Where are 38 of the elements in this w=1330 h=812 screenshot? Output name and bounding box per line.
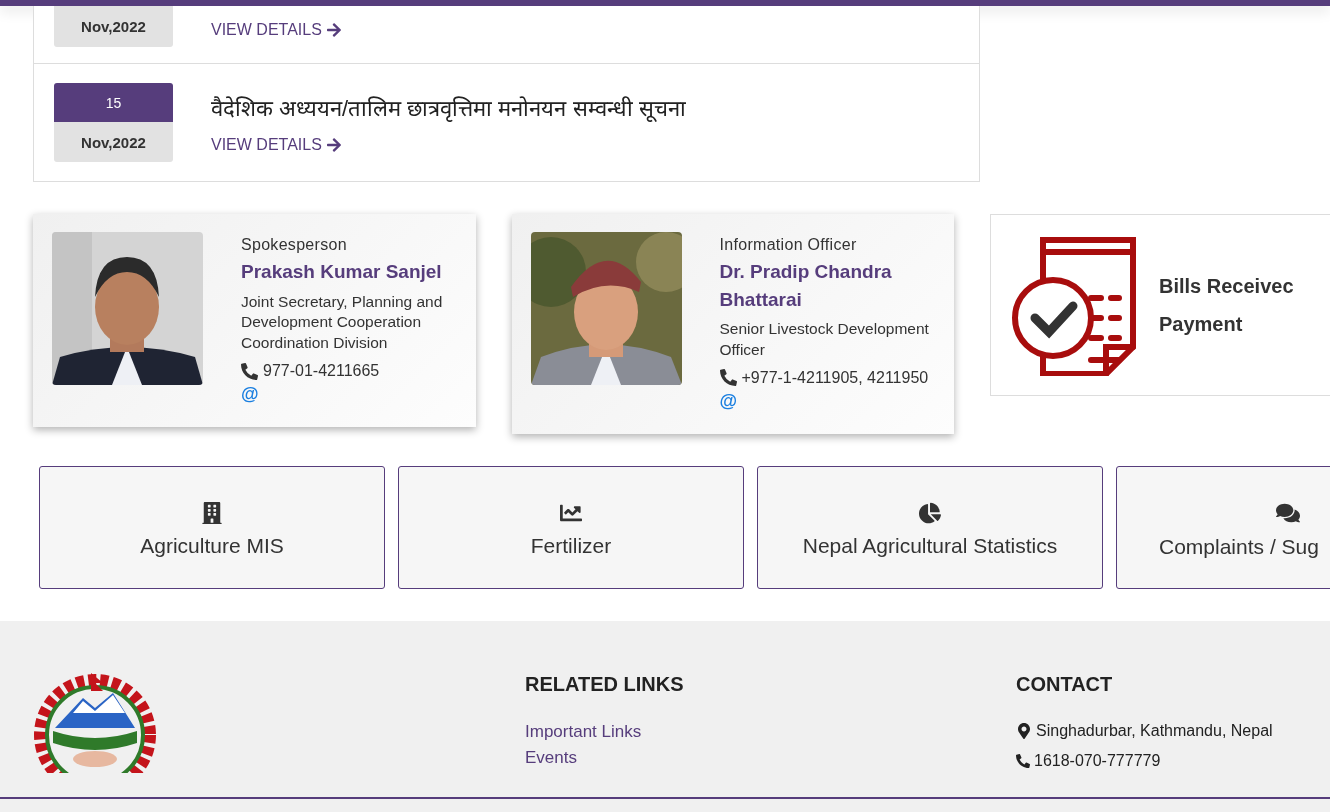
checked-document-icon bbox=[1011, 234, 1137, 376]
phone-icon bbox=[719, 369, 737, 387]
building-icon bbox=[201, 502, 223, 525]
footer-heading: RELATED LINKS bbox=[525, 672, 685, 696]
pie-chart-icon bbox=[919, 502, 941, 525]
bills-title: Payment bbox=[1159, 312, 1244, 337]
view-details-link[interactable]: VIEW DETAILS bbox=[211, 21, 342, 39]
email-link[interactable]: @ bbox=[241, 384, 259, 405]
location-pin-icon bbox=[1016, 722, 1032, 739]
officer-name: Prakash Kumar Sanjel bbox=[241, 260, 443, 284]
footer-link[interactable]: Important Links bbox=[525, 721, 1016, 742]
footer-link[interactable]: Events bbox=[525, 747, 1016, 768]
phone-number: 977-01-4211665 bbox=[263, 362, 380, 381]
officer-position: Joint Secretary, Planning and Development Cooperation Coordination Division bbox=[241, 291, 444, 354]
officer-position: Senior Livestock Development Officer bbox=[719, 319, 930, 360]
email-link[interactable]: @ bbox=[719, 390, 738, 411]
arrow-right-icon bbox=[325, 22, 342, 38]
phone-number: +977-1-4211905, 4211950 bbox=[741, 368, 929, 387]
view-details-link[interactable]: VIEW DETAILS bbox=[211, 136, 686, 154]
service-tile[interactable]: Fertilizer bbox=[398, 465, 744, 589]
bills-title: Bills Receivec bbox=[1159, 274, 1294, 299]
date-month: Nov,2022 bbox=[54, 6, 173, 47]
officer-role: Information Officer bbox=[719, 236, 858, 254]
date-day: 15 bbox=[54, 83, 173, 122]
contact-phone: 1618-070-777779 bbox=[1034, 751, 1161, 770]
phone-icon bbox=[1016, 753, 1030, 768]
service-tile[interactable]: Complaints / Sug bbox=[1116, 465, 1330, 589]
officer-role: Spokesperson bbox=[241, 236, 348, 254]
bills-card[interactable]: Bills Receivec Payment bbox=[990, 214, 1330, 396]
contact-address: Singhadurbar, Kathmandu, Nepal bbox=[1036, 721, 1273, 740]
officer-name: Dr. Pradip Chandra Bhattarai bbox=[719, 260, 893, 312]
notice-title: वैदेशिक अध्ययन/तालिम छात्रवृत्तिमा मनोनयन सम्वन्धी सूचना bbox=[211, 95, 686, 122]
arrow-right-icon bbox=[325, 137, 342, 153]
footer-heading: CONTACT bbox=[1016, 672, 1114, 696]
phone-icon bbox=[241, 362, 258, 380]
service-tile[interactable]: Agriculture MIS bbox=[39, 465, 385, 589]
date-month: Nov,2022 bbox=[54, 122, 173, 162]
service-tile[interactable]: Nepal Agricultural Statistics bbox=[757, 465, 1103, 589]
